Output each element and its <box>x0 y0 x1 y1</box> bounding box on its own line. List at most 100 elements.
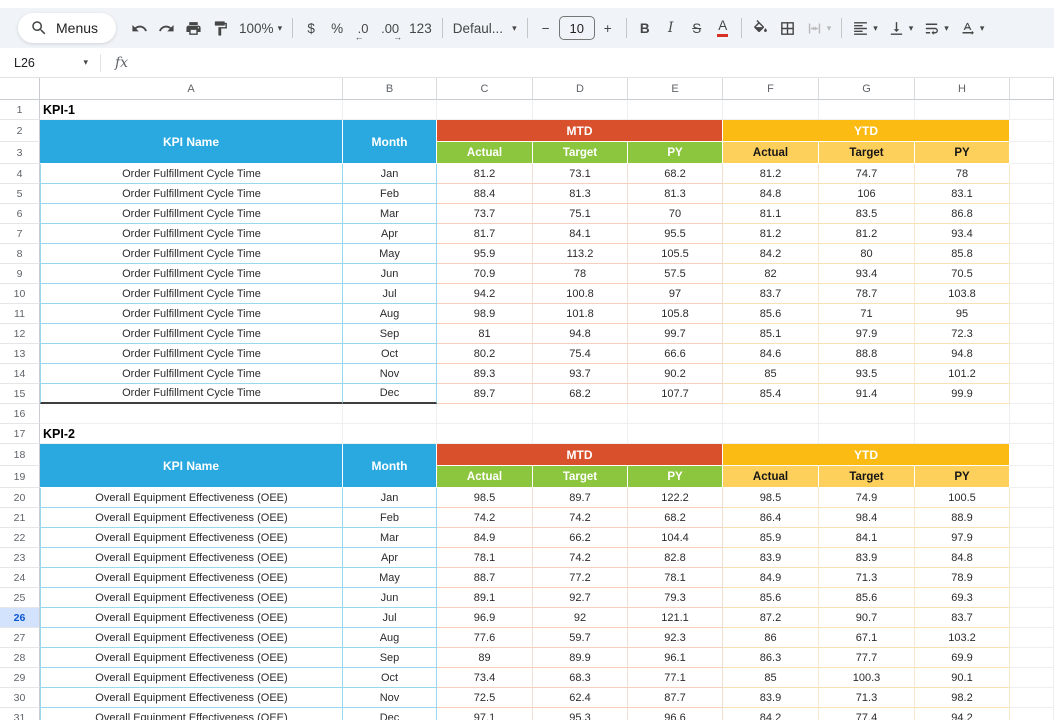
kpi-name-header-cell[interactable]: KPI Name <box>40 120 343 164</box>
row-header[interactable]: 5 <box>0 184 40 204</box>
value-cell[interactable]: 81.2 <box>437 164 533 184</box>
mtd-subheader-cell[interactable]: PY <box>628 466 723 488</box>
kpi-name-cell[interactable]: Overall Equipment Effectiveness (OEE) <box>40 528 343 548</box>
column-header[interactable] <box>1010 78 1054 100</box>
cell[interactable] <box>533 404 628 424</box>
row-header[interactable]: 14 <box>0 364 40 384</box>
row-header[interactable]: 20 <box>0 488 40 508</box>
value-cell[interactable]: 99.7 <box>628 324 723 344</box>
row-header[interactable]: 4 <box>0 164 40 184</box>
cell[interactable] <box>533 100 628 120</box>
cell[interactable] <box>1010 568 1054 588</box>
value-cell[interactable]: 89 <box>437 648 533 668</box>
mtd-subheader-cell[interactable]: Target <box>533 142 628 164</box>
value-cell[interactable]: 81.2 <box>723 164 819 184</box>
value-cell[interactable]: 100.3 <box>819 668 915 688</box>
kpi-name-cell[interactable]: Order Fulfillment Cycle Time <box>40 264 343 284</box>
mtd-subheader-cell[interactable]: PY <box>628 142 723 164</box>
value-cell[interactable]: 71.3 <box>819 688 915 708</box>
cell[interactable] <box>1010 588 1054 608</box>
value-cell[interactable]: 105.8 <box>628 304 723 324</box>
value-cell[interactable]: 88.8 <box>819 344 915 364</box>
value-cell[interactable]: 84.8 <box>723 184 819 204</box>
month-cell[interactable]: May <box>343 568 437 588</box>
value-cell[interactable]: 78.1 <box>437 548 533 568</box>
row-header[interactable]: 3 <box>0 142 40 164</box>
kpi-name-cell[interactable]: Order Fulfillment Cycle Time <box>40 184 343 204</box>
value-cell[interactable]: 81.1 <box>723 204 819 224</box>
value-cell[interactable]: 81.2 <box>723 224 819 244</box>
value-cell[interactable]: 68.2 <box>628 508 723 528</box>
cell[interactable] <box>723 404 819 424</box>
value-cell[interactable]: 66.6 <box>628 344 723 364</box>
cell[interactable] <box>1010 184 1054 204</box>
value-cell[interactable]: 85 <box>723 364 819 384</box>
cell[interactable] <box>437 404 533 424</box>
value-cell[interactable]: 86.8 <box>915 204 1010 224</box>
row-header[interactable]: 18 <box>0 444 40 466</box>
value-cell[interactable]: 93.7 <box>533 364 628 384</box>
value-cell[interactable]: 94.8 <box>533 324 628 344</box>
value-cell[interactable]: 59.7 <box>533 628 628 648</box>
value-cell[interactable]: 86.4 <box>723 508 819 528</box>
month-cell[interactable]: Dec <box>343 384 437 404</box>
cell[interactable] <box>40 404 343 424</box>
value-cell[interactable]: 85.9 <box>723 528 819 548</box>
decrease-font-size-button[interactable]: − <box>533 14 559 42</box>
kpi-name-header-cell[interactable]: KPI Name <box>40 444 343 488</box>
value-cell[interactable]: 98.4 <box>819 508 915 528</box>
value-cell[interactable]: 85 <box>723 668 819 688</box>
value-cell[interactable]: 92.7 <box>533 588 628 608</box>
kpi-name-cell[interactable]: Overall Equipment Effectiveness (OEE) <box>40 708 343 720</box>
kpi-name-cell[interactable]: Order Fulfillment Cycle Time <box>40 204 343 224</box>
value-cell[interactable]: 85.6 <box>819 588 915 608</box>
value-cell[interactable]: 70 <box>628 204 723 224</box>
value-cell[interactable]: 122.2 <box>628 488 723 508</box>
column-header[interactable]: E <box>628 78 723 100</box>
name-box[interactable]: L26 ▾ <box>0 48 96 77</box>
cell[interactable] <box>819 100 915 120</box>
cell[interactable] <box>915 404 1010 424</box>
value-cell[interactable]: 84.1 <box>819 528 915 548</box>
value-cell[interactable]: 83.7 <box>723 284 819 304</box>
value-cell[interactable]: 77.4 <box>819 708 915 720</box>
value-cell[interactable]: 78.1 <box>628 568 723 588</box>
text-color-button[interactable]: A <box>710 14 736 42</box>
month-cell[interactable]: Jan <box>343 164 437 184</box>
value-cell[interactable]: 81.3 <box>533 184 628 204</box>
cell[interactable] <box>1010 608 1054 628</box>
value-cell[interactable]: 85.8 <box>915 244 1010 264</box>
value-cell[interactable]: 100.5 <box>915 488 1010 508</box>
value-cell[interactable]: 74.2 <box>533 508 628 528</box>
value-cell[interactable]: 101.8 <box>533 304 628 324</box>
mtd-subheader-cell[interactable]: Actual <box>437 142 533 164</box>
value-cell[interactable]: 99.9 <box>915 384 1010 404</box>
value-cell[interactable]: 97 <box>628 284 723 304</box>
value-cell[interactable]: 107.7 <box>628 384 723 404</box>
kpi-name-cell[interactable]: Order Fulfillment Cycle Time <box>40 304 343 324</box>
row-header[interactable]: 19 <box>0 466 40 488</box>
cell[interactable] <box>1010 344 1054 364</box>
month-cell[interactable]: Mar <box>343 528 437 548</box>
value-cell[interactable]: 67.1 <box>819 628 915 648</box>
month-header-cell[interactable]: Month <box>343 120 437 164</box>
value-cell[interactable]: 74.9 <box>819 488 915 508</box>
ytd-subheader-cell[interactable]: Actual <box>723 466 819 488</box>
kpi-name-cell[interactable]: Order Fulfillment Cycle Time <box>40 224 343 244</box>
value-cell[interactable]: 78 <box>915 164 1010 184</box>
value-cell[interactable]: 98.5 <box>437 488 533 508</box>
row-header[interactable]: 15 <box>0 384 40 404</box>
text-rotation-selector[interactable]: ▾ <box>954 14 990 42</box>
value-cell[interactable]: 84.6 <box>723 344 819 364</box>
value-cell[interactable]: 71 <box>819 304 915 324</box>
value-cell[interactable]: 69.3 <box>915 588 1010 608</box>
cell[interactable] <box>1010 444 1054 466</box>
cell[interactable] <box>723 100 819 120</box>
value-cell[interactable]: 73.1 <box>533 164 628 184</box>
cell[interactable] <box>1010 528 1054 548</box>
row-header[interactable]: 25 <box>0 588 40 608</box>
value-cell[interactable]: 75.4 <box>533 344 628 364</box>
row-header[interactable]: 28 <box>0 648 40 668</box>
cell[interactable] <box>1010 284 1054 304</box>
format-currency-button[interactable]: $ <box>298 14 324 42</box>
